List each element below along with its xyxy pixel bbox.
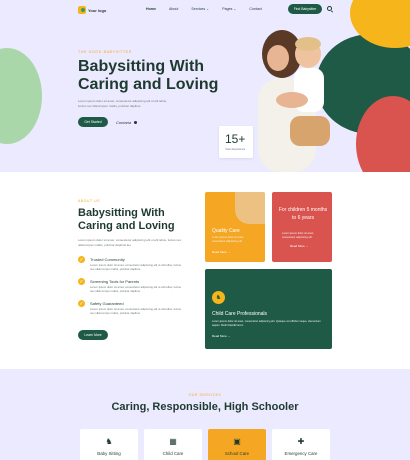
service-label: Emergency Care — [284, 451, 318, 456]
decor-blob-green — [0, 48, 42, 144]
check-icon: ✓ — [78, 278, 85, 285]
experience-stat-card: 15+ Years Experience — [219, 126, 253, 158]
card-description: Lorem ipsum dolor sit amet, consectetur … — [212, 320, 321, 327]
signature: Contaria — [116, 120, 132, 125]
check-icon: ✓ — [78, 300, 85, 307]
find-babysitter-button[interactable]: Find Babysitter — [288, 4, 322, 14]
stat-number: 15+ — [225, 132, 246, 146]
card-photo — [235, 192, 265, 224]
children-age-card[interactable]: For children 5 months to 6 years Lorem i… — [272, 192, 332, 262]
service-card-school-care[interactable]: ▣ School Care — [208, 429, 266, 460]
card-title: Child Care Professionals — [212, 311, 268, 317]
service-label: School Care — [224, 451, 250, 456]
feature-title: Screening Tools for Parents — [90, 279, 140, 284]
read-more-link[interactable]: Read More → — [212, 250, 231, 254]
services-title: Caring, Responsible, High Schooler — [111, 401, 299, 413]
service-card-baby-sitting[interactable]: ♞ Baby Sitting — [80, 429, 138, 460]
nav-menu: Home About Services ⌄ Pages ⌄ Contact — [146, 7, 262, 11]
read-more-link[interactable]: Read More → — [212, 334, 231, 338]
hospital-icon: ✚ — [297, 437, 305, 446]
get-started-button[interactable]: Get Started — [78, 117, 108, 127]
feature-description: Lorem ipsum dolor sit amet, consectetur … — [90, 285, 181, 293]
card-title: Quality Care — [212, 228, 240, 234]
service-card-emergency-care[interactable]: ✚ Emergency Care — [272, 429, 330, 460]
hero-description: Lorem ipsum dolor sit amet, consectetur … — [78, 99, 167, 108]
logo[interactable]: Your logo — [78, 6, 106, 14]
nav-item-about[interactable]: About — [169, 7, 178, 11]
hero-eyebrow: THE GOOD BABYSITTER — [78, 50, 132, 54]
card-title: For children 5 months to 6 years — [278, 207, 328, 221]
learn-more-button[interactable]: Learn More — [78, 330, 108, 340]
about-description: Lorem ipsum dolor sit amet, consectetur … — [78, 238, 182, 247]
feature-description: Lorem ipsum dolor sit amet, consectetur … — [90, 263, 181, 271]
nav-item-contact[interactable]: Contact — [249, 7, 261, 11]
logo-icon — [78, 6, 86, 14]
stroller-icon: ♞ — [212, 291, 225, 304]
school-icon: ▣ — [233, 437, 241, 446]
nav-item-pages[interactable]: Pages ⌄ — [222, 7, 236, 11]
stat-label: Years Experience — [225, 148, 246, 151]
signature-dot-icon — [134, 121, 137, 124]
hero-title: Babysitting With Caring and Loving — [78, 58, 219, 93]
feature-description: Lorem ipsum dolor sit amet, consectetur … — [90, 307, 181, 315]
nav-item-home[interactable]: Home — [146, 7, 156, 11]
card-description: Lorem ipsum dolor sit amet, consectetur … — [282, 232, 315, 239]
child-care-professionals-card[interactable]: ♞ Child Care Professionals Lorem ipsum d… — [205, 269, 332, 349]
feature-title: Safety Guaranteed — [90, 301, 124, 306]
hero-section: Your logo Home About Services ⌄ Pages ⌄ … — [0, 0, 410, 172]
blocks-icon: ▦ — [169, 437, 177, 446]
feature-title: Trusted Community — [90, 257, 125, 262]
logo-text: Your logo — [88, 7, 107, 13]
services-section: OUR SERVICES Caring, Responsible, High S… — [0, 369, 410, 460]
service-card-child-care[interactable]: ▦ Child Care — [144, 429, 202, 460]
service-label: Baby Sitting — [97, 451, 121, 456]
search-icon[interactable] — [327, 6, 332, 11]
stroller-icon: ♞ — [105, 437, 113, 446]
about-eyebrow: ABOUT US — [78, 199, 101, 203]
card-description: Lorem ipsum dolor sit amet, consectetur … — [212, 236, 245, 243]
services-eyebrow: OUR SERVICES — [188, 393, 222, 397]
top-nav: Your logo Home About Services ⌄ Pages ⌄ … — [0, 0, 410, 20]
check-icon: ✓ — [78, 256, 85, 263]
read-more-link[interactable]: Read More → — [290, 244, 309, 248]
nav-item-services[interactable]: Services ⌄ — [191, 7, 209, 11]
service-label: Child Care — [162, 451, 184, 456]
quality-care-card[interactable]: Quality Care Lorem ipsum dolor sit amet,… — [205, 192, 265, 262]
about-title: Babysitting With Caring and Loving — [78, 207, 175, 232]
